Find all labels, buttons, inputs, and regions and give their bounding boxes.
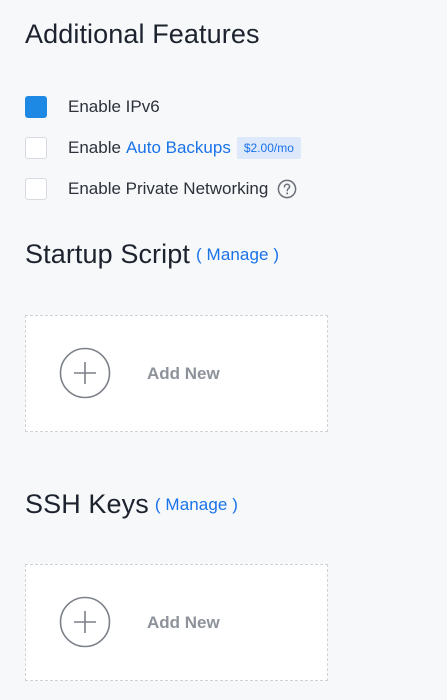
auto-backups-price-badge: $2.00/mo [236, 137, 301, 159]
option-enable-ipv6[interactable]: Enable IPv6 [25, 95, 160, 119]
ipv6-checkbox[interactable] [25, 96, 47, 118]
ssh-keys-add-new-label: Add New [147, 613, 220, 632]
option-enable-auto-backups[interactable]: Enable Auto Backups $2.00/mo [25, 136, 301, 160]
startup-script-manage-link[interactable]: ( Manage ) [196, 245, 279, 264]
auto-backups-link[interactable]: Auto Backups [126, 138, 231, 158]
startup-script-title-text: Startup Script [25, 239, 190, 269]
auto-backups-checkbox[interactable] [25, 137, 47, 159]
ssh-keys-manage-link[interactable]: ( Manage ) [155, 495, 238, 514]
auto-backups-label[interactable]: Enable [68, 138, 121, 158]
startup-script-add-new-label: Add New [147, 364, 220, 383]
ipv6-label[interactable]: Enable IPv6 [68, 97, 160, 117]
plus-circle-icon [59, 347, 111, 399]
additional-features-title: Additional Features [25, 19, 260, 49]
startup-script-title: Startup Script ( Manage ) [25, 239, 279, 270]
ssh-keys-title-text: SSH Keys [25, 489, 149, 519]
ssh-keys-add-new-card[interactable]: Add New [25, 564, 328, 681]
startup-script-add-new-card[interactable]: Add New [25, 315, 328, 432]
ssh-keys-title: SSH Keys ( Manage ) [25, 489, 238, 520]
plus-circle-icon [59, 596, 111, 648]
private-networking-label[interactable]: Enable Private Networking [68, 179, 268, 199]
private-networking-checkbox[interactable] [25, 178, 47, 200]
option-enable-private-networking[interactable]: Enable Private Networking [25, 177, 297, 201]
question-circle-icon[interactable] [277, 179, 297, 199]
